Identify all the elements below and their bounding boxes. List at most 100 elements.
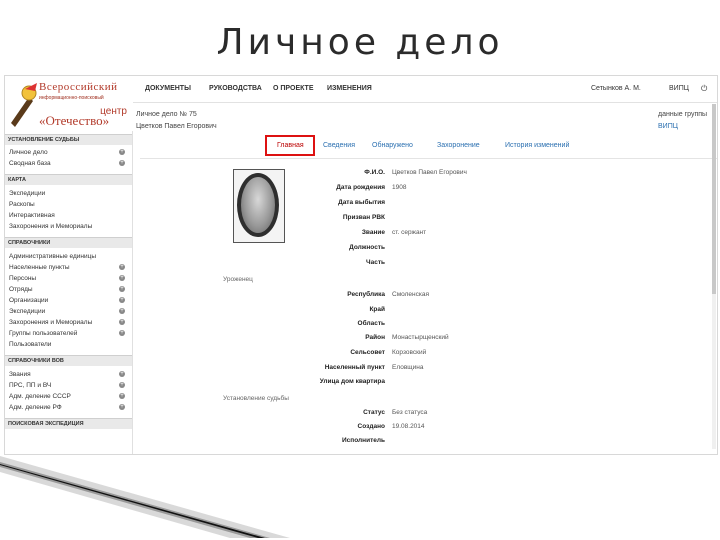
sidebar-item-burials-map[interactable]: Захоронения и Мемориалы	[9, 221, 129, 232]
logo-emblem-icon	[11, 83, 37, 127]
field-label-address: Улица дом квартира	[319, 378, 385, 385]
sidebar-item-label: Населенные пункты	[9, 264, 70, 271]
tab-found[interactable]: Обнаружено	[372, 142, 413, 149]
plus-icon[interactable]: +	[119, 160, 125, 166]
sidebar-item-label: Адм. деление СССР	[9, 393, 71, 400]
sidebar-item-expeditions-map[interactable]: Экспедиции	[9, 188, 129, 199]
sidebar-item-label: Группы пользователей	[9, 330, 78, 337]
field-label-fio: Ф.И.О.	[364, 169, 385, 176]
sidebar-item-admin-units[interactable]: Административные единицы	[9, 251, 129, 262]
group-fate-title: Установление судьбы	[223, 395, 289, 402]
field-label-departure-date: Дата выбытия	[338, 199, 385, 206]
plus-icon[interactable]: +	[119, 393, 125, 399]
nav-about[interactable]: О ПРОЕКТЕ	[273, 85, 314, 92]
plus-icon[interactable]: +	[119, 371, 125, 377]
plus-icon[interactable]: +	[119, 382, 125, 388]
plus-icon[interactable]: +	[119, 297, 125, 303]
decorative-stripe	[0, 456, 290, 538]
field-value-fio: Цветков Павел Егорович	[392, 169, 467, 176]
nav-documents[interactable]: ДОКУМЕНТЫ	[145, 85, 191, 92]
tabs-divider	[140, 158, 717, 159]
user-name[interactable]: Сетынков А. М.	[591, 85, 641, 92]
scrollbar[interactable]	[712, 104, 716, 449]
record-number: Личное дело № 75	[136, 111, 197, 118]
field-label-rank: Звание	[361, 229, 385, 236]
sidebar: УСТАНОВЛЕНИЕ СУДЬБЫ Личное дело + Сводная…	[5, 131, 133, 454]
plus-icon[interactable]: +	[119, 308, 125, 314]
plus-icon[interactable]: +	[119, 286, 125, 292]
plus-icon[interactable]: +	[119, 330, 125, 336]
plus-icon[interactable]: +	[119, 319, 125, 325]
tab-history[interactable]: История изменений	[505, 142, 569, 149]
plus-icon[interactable]: +	[119, 275, 125, 281]
plus-icon[interactable]: +	[119, 149, 125, 155]
field-value-republic: Смоленская	[392, 291, 430, 298]
top-navigation: ДОКУМЕНТЫ РУКОВОДСТВА О ПРОЕКТЕ ИЗМЕНЕНИ…	[133, 76, 717, 103]
field-label-position: Должность	[349, 244, 385, 251]
sidebar-item-label: Персоны	[9, 275, 37, 282]
sidebar-item-excavations[interactable]: Раскопы	[9, 199, 129, 210]
sidebar-item-settlements[interactable]: Населенные пункты +	[9, 262, 129, 273]
sidebar-item-interactive[interactable]: Интерактивная	[9, 210, 129, 221]
sidebar-item-personal-file[interactable]: Личное дело +	[9, 147, 129, 158]
field-value-rank: ст. сержант	[392, 229, 427, 236]
sidebar-item-summary-base[interactable]: Сводная база +	[9, 158, 129, 169]
sidebar-item-rf-division[interactable]: Адм. деление РФ +	[9, 402, 129, 413]
sidebar-item-label: Адм. деление РФ	[9, 404, 62, 411]
logo[interactable]: Всероссийский информационно-поисковый це…	[5, 76, 133, 131]
sidebar-item-organizations[interactable]: Организации +	[9, 295, 129, 306]
app-screenshot: Всероссийский информационно-поисковый це…	[4, 75, 718, 455]
plus-icon[interactable]: +	[119, 264, 125, 270]
field-value-created: 19.08.2014	[392, 423, 425, 430]
logo-text-4: «Отечество»	[39, 113, 110, 128]
field-label-selsovet: Сельсовет	[350, 349, 385, 356]
sidebar-section-map[interactable]: КАРТА	[5, 174, 132, 185]
field-value-status: Без статуса	[392, 409, 428, 416]
sidebar-item-ussr-division[interactable]: Адм. деление СССР +	[9, 391, 129, 402]
sidebar-item-ranks[interactable]: Звания +	[9, 369, 129, 380]
nav-changes[interactable]: ИЗМЕНЕНИЯ	[327, 85, 372, 92]
plus-icon[interactable]: +	[119, 404, 125, 410]
tab-info[interactable]: Сведения	[323, 142, 355, 149]
sidebar-item-label: Отряды	[9, 286, 33, 293]
sidebar-item-label: ПРС, ПП и ВЧ	[9, 382, 52, 389]
field-label-oblast: Область	[357, 320, 385, 327]
field-label-republic: Республика	[347, 291, 385, 298]
record-name: Цветков Павел Егорович	[136, 123, 217, 130]
power-icon[interactable]: ⏻	[701, 84, 707, 94]
sidebar-item-users[interactable]: Пользователи	[9, 339, 129, 350]
sidebar-section-search-expedition[interactable]: ПОИСКОВАЯ ЭКСПЕДИЦИЯ	[5, 418, 132, 429]
sidebar-item-label: Сводная база	[9, 160, 51, 167]
logo-text-2: информационно-поисковый	[39, 95, 104, 101]
field-label-drafted: Призван РВК	[342, 214, 385, 221]
field-value-birth-date: 1908	[392, 184, 407, 191]
field-value-locality: Еловщина	[392, 364, 424, 371]
field-label-krai: Край	[369, 306, 385, 313]
sidebar-item-units[interactable]: ПРС, ПП и ВЧ +	[9, 380, 129, 391]
sidebar-section-fate[interactable]: УСТАНОВЛЕНИЕ СУДЬБЫ	[5, 134, 132, 145]
sidebar-item-burials[interactable]: Захоронения и Мемориалы +	[9, 317, 129, 328]
sidebar-item-label: Личное дело	[9, 149, 48, 156]
sidebar-item-label: Звания	[9, 371, 31, 378]
sidebar-item-label: Организации	[9, 297, 49, 304]
tab-burial[interactable]: Захоронение	[437, 142, 480, 149]
data-group-label: данные группы	[658, 111, 708, 118]
tab-main[interactable]: Главная	[277, 142, 304, 149]
data-group-value[interactable]: ВИПЦ	[658, 123, 678, 130]
sidebar-item-squads[interactable]: Отряды +	[9, 284, 129, 295]
scrollbar-thumb[interactable]	[712, 104, 716, 294]
sidebar-item-expeditions[interactable]: Экспедиции +	[9, 306, 129, 317]
sidebar-item-user-groups[interactable]: Группы пользователей +	[9, 328, 129, 339]
field-label-status: Статус	[363, 409, 385, 416]
sidebar-item-label: Административные единицы	[9, 253, 97, 260]
sidebar-section-references[interactable]: СПРАВОЧНИКИ	[5, 237, 132, 248]
nav-guides[interactable]: РУКОВОДСТВА	[209, 85, 262, 92]
field-label-birth-date: Дата рождения	[336, 184, 385, 191]
slide-title: Личное дело	[216, 22, 504, 63]
sidebar-item-persons[interactable]: Персоны +	[9, 273, 129, 284]
logo-text-1: Всероссийский	[39, 81, 118, 93]
user-org: ВИПЦ	[669, 85, 689, 92]
field-label-unit: Часть	[366, 259, 385, 266]
field-value-district: Монастырщенский	[392, 334, 449, 341]
sidebar-section-wwii-references[interactable]: СПРАВОЧНИКИ ВОВ	[5, 355, 132, 366]
